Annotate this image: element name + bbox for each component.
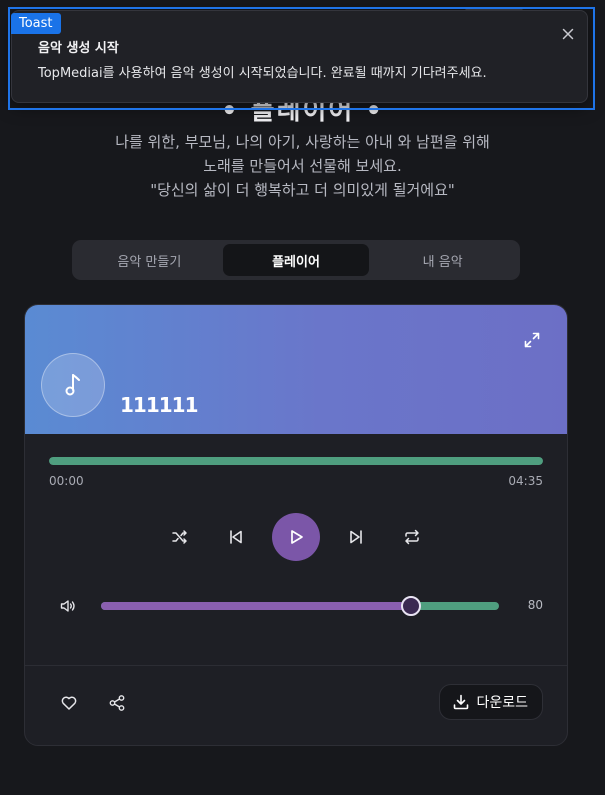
shuffle-icon [172,530,187,544]
hero-line: 노래를 만들어서 선물해 보세요. [203,157,402,175]
toast-close-button[interactable] [561,26,575,40]
progress-bar[interactable] [49,457,543,465]
tab-bar: 음악 만들기 플레이어 내 음악 [72,240,520,280]
toast: 음악 생성 시작 TopMediai를 사용하여 음악 생성이 시작되었습니다.… [11,10,588,103]
volume-icon [60,600,75,612]
volume-fill [101,602,412,610]
download-label: 다운로드 [476,695,528,711]
tab-my-music[interactable]: 내 음악 [369,244,516,276]
play-button[interactable] [272,513,320,561]
tab-create-music[interactable]: 음악 만들기 [76,244,223,276]
share-icon [109,695,125,711]
volume-slider-thumb[interactable] [401,596,422,616]
player-header: 111111 [25,305,567,434]
toast-tag: Toast [11,13,61,34]
duration: 04:35 [508,474,543,488]
playback-controls [25,513,567,561]
hero-description: 나를 위한, 부모님, 나의 아기, 사랑하는 아내 와 남편을 위해 노래를 … [0,130,605,202]
tab-player[interactable]: 플레이어 [222,244,370,276]
page-root: • 플레이어 • 나를 위한, 부모님, 나의 아기, 사랑하는 아내 와 남편… [0,0,605,795]
share-button[interactable] [105,691,129,715]
play-icon [291,530,303,544]
previous-button[interactable] [224,525,248,549]
repeat-icon [405,529,419,545]
next-icon [350,530,362,544]
toast-message: TopMediai를 사용하여 음악 생성이 시작되었습니다. 완료될 때까지 … [38,66,487,81]
like-button[interactable] [57,691,81,715]
volume-button[interactable] [59,597,77,615]
next-button[interactable] [344,525,368,549]
player-card: 111111 00:00 04:35 80 다운로드 [24,304,568,746]
shuffle-button[interactable] [168,525,192,549]
expand-icon [524,332,540,348]
current-time: 00:00 [49,474,84,488]
repeat-button[interactable] [400,525,424,549]
heart-icon [61,696,77,710]
expand-button[interactable] [521,329,543,351]
album-cover [41,353,105,417]
download-icon [454,694,469,710]
hero-line: "당신의 삶이 더 행복하고 더 의미있게 될거에요" [150,181,455,199]
volume-slider[interactable] [101,596,499,616]
divider [25,665,567,666]
previous-icon [230,530,242,544]
close-icon [562,28,574,40]
progress-fill [49,457,543,465]
hero-line: 나를 위한, 부모님, 나의 아기, 사랑하는 아내 와 남편을 위해 [115,133,490,151]
volume-row: 80 [25,594,567,618]
toast-title: 음악 생성 시작 [38,41,119,56]
music-note-icon [65,374,80,396]
download-button[interactable]: 다운로드 [439,684,543,720]
volume-value: 80 [527,598,543,612]
song-title: 111111 [120,393,198,417]
